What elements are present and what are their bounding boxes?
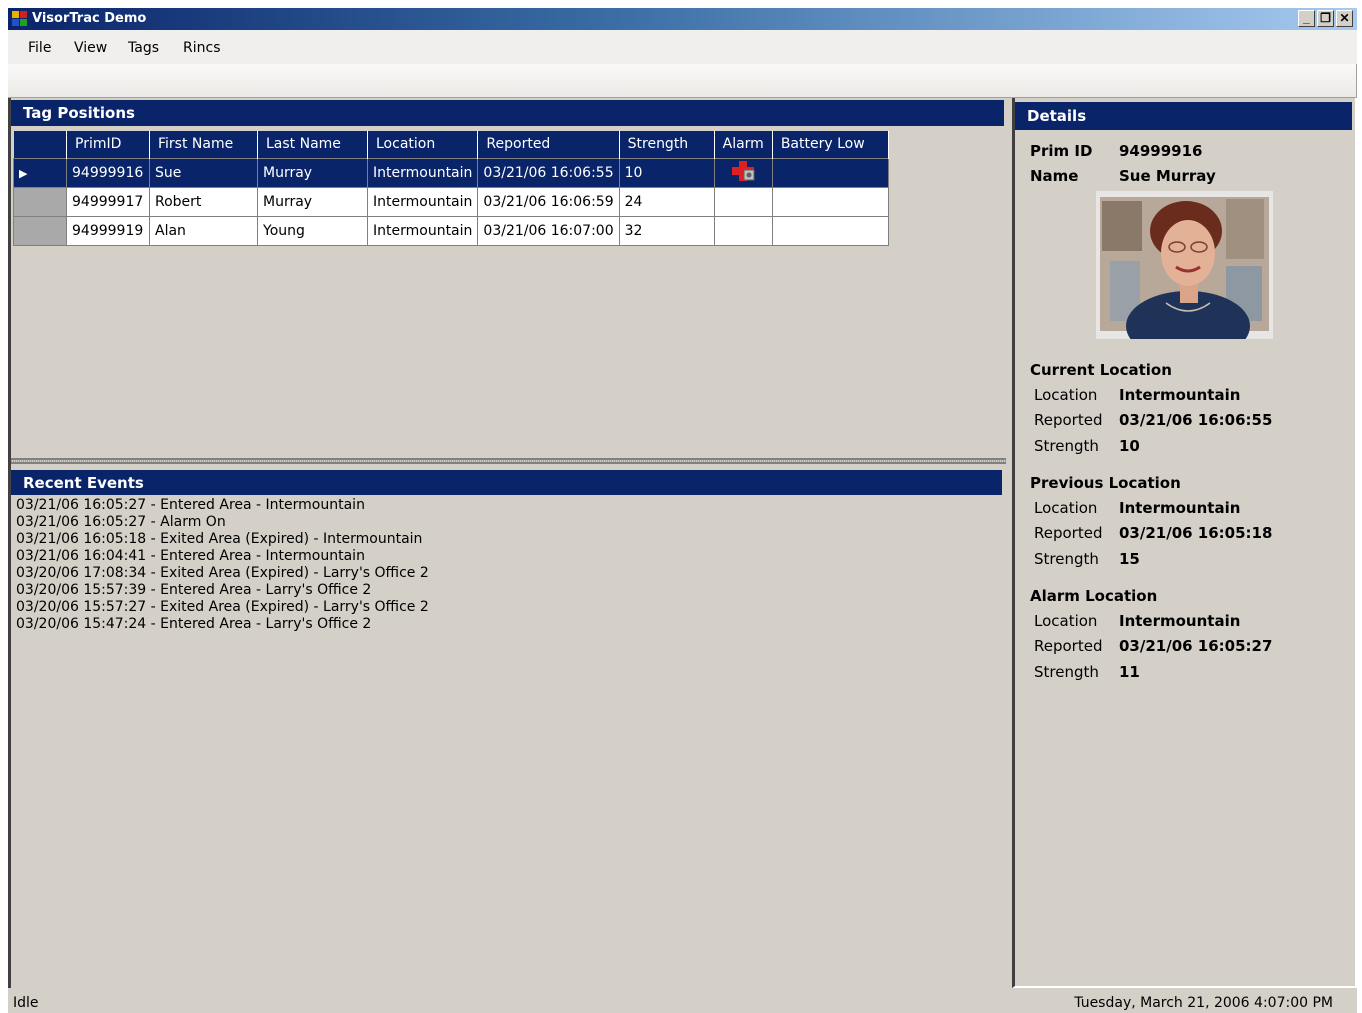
menu-file[interactable]: File <box>28 40 51 56</box>
cell-last-name[interactable]: Young <box>257 215 368 246</box>
person-photo <box>1096 191 1273 339</box>
col-primid[interactable]: PrimID <box>66 131 150 158</box>
menu-rincs[interactable]: Rincs <box>183 40 220 56</box>
list-item: 03/21/06 16:04:41 - Entered Area - Inter… <box>16 548 365 564</box>
col-location[interactable]: Location <box>367 131 479 158</box>
close-button[interactable]: ✕ <box>1336 10 1353 27</box>
alarm-location-label: Location <box>1034 612 1098 630</box>
col-battery-low[interactable]: Battery Low <box>772 131 889 158</box>
horizontal-splitter[interactable] <box>11 458 1006 464</box>
cell-alarm[interactable] <box>713 157 773 188</box>
alarm-strength-label: Strength <box>1034 663 1099 681</box>
row-header[interactable] <box>13 186 67 217</box>
previous-strength-value: 15 <box>1119 550 1140 568</box>
cell-strength[interactable]: 32 <box>618 215 715 246</box>
cell-location[interactable]: Intermountain <box>366 215 479 246</box>
cell-location[interactable]: Intermountain <box>366 157 479 188</box>
tag-positions-grid: PrimID First Name Last Name Location Rep… <box>13 131 889 246</box>
tag-positions-header: Tag Positions <box>11 100 1004 126</box>
toolbar <box>8 64 1357 98</box>
recent-events-list[interactable]: 03/21/06 16:05:27 - Entered Area - Inter… <box>16 497 429 633</box>
app-icon <box>12 11 28 27</box>
menu-bar: File View Tags Rincs <box>8 30 1357 64</box>
prim-id-value: 94999916 <box>1119 142 1203 160</box>
list-item: 03/21/06 16:05:27 - Alarm On <box>16 514 226 530</box>
list-item: 03/20/06 17:08:34 - Exited Area (Expired… <box>16 565 429 581</box>
list-item: 03/20/06 15:47:24 - Entered Area - Larry… <box>16 616 372 632</box>
table-row[interactable]: 94999919 Alan Young Intermountain 03/21/… <box>13 215 889 246</box>
current-strength-value: 10 <box>1119 437 1140 455</box>
list-item: 03/21/06 16:05:18 - Exited Area (Expired… <box>16 531 423 547</box>
col-strength[interactable]: Strength <box>619 131 715 158</box>
alarm-location-heading: Alarm Location <box>1030 587 1158 605</box>
list-item: 03/20/06 15:57:27 - Exited Area (Expired… <box>16 599 429 615</box>
alarm-reported-value: 03/21/06 16:05:27 <box>1119 637 1273 655</box>
row-header[interactable] <box>13 215 67 246</box>
cell-alarm[interactable] <box>713 186 773 217</box>
row-header[interactable]: ▶ <box>13 157 67 188</box>
previous-location-label: Location <box>1034 499 1098 517</box>
previous-location-value: Intermountain <box>1119 499 1241 517</box>
status-datetime: Tuesday, March 21, 2006 4:07:00 PM <box>1074 995 1333 1011</box>
window-controls: _ ❐ ✕ <box>1296 10 1353 28</box>
alarm-reported-label: Reported <box>1034 637 1103 655</box>
cell-reported[interactable]: 03/21/06 16:07:00 <box>477 215 620 246</box>
table-row[interactable]: 94999917 Robert Murray Intermountain 03/… <box>13 186 889 217</box>
cell-alarm[interactable] <box>713 215 773 246</box>
table-row[interactable]: ▶ 94999916 Sue Murray Intermountain 03/2… <box>13 157 889 188</box>
title-bar: VisorTrac Demo _ ❐ ✕ <box>8 8 1357 30</box>
menu-view[interactable]: View <box>74 40 107 56</box>
row-header-corner <box>13 131 67 158</box>
cell-battery-low[interactable] <box>771 215 889 246</box>
cell-first-name[interactable]: Sue <box>149 157 258 188</box>
current-reported-value: 03/21/06 16:06:55 <box>1119 411 1273 429</box>
current-location-heading: Current Location <box>1030 361 1172 379</box>
restore-button[interactable]: ❐ <box>1317 10 1334 27</box>
cell-first-name[interactable]: Alan <box>149 215 258 246</box>
col-first-name[interactable]: First Name <box>149 131 258 158</box>
cell-primid[interactable]: 94999917 <box>66 186 150 217</box>
current-location-value: Intermountain <box>1119 386 1241 404</box>
previous-strength-label: Strength <box>1034 550 1099 568</box>
app-window: VisorTrac Demo _ ❐ ✕ File View Tags Rincs … <box>8 8 1357 1013</box>
current-location-label: Location <box>1034 386 1098 404</box>
current-reported-label: Reported <box>1034 411 1103 429</box>
cell-first-name[interactable]: Robert <box>149 186 258 217</box>
row-pointer-icon: ▶ <box>19 166 28 180</box>
name-label: Name <box>1030 167 1079 185</box>
minimize-button[interactable]: _ <box>1298 10 1315 27</box>
status-text: Idle <box>13 995 39 1011</box>
cell-battery-low[interactable] <box>771 157 889 188</box>
col-alarm[interactable]: Alarm <box>714 131 773 158</box>
details-header: Details <box>1015 102 1352 130</box>
cell-strength[interactable]: 24 <box>618 186 715 217</box>
name-value: Sue Murray <box>1119 167 1216 185</box>
window-title: VisorTrac Demo <box>32 11 147 26</box>
cell-primid[interactable]: 94999916 <box>66 157 150 188</box>
cell-reported[interactable]: 03/21/06 16:06:55 <box>477 157 620 188</box>
previous-location-heading: Previous Location <box>1030 474 1181 492</box>
current-strength-label: Strength <box>1034 437 1099 455</box>
cell-strength[interactable]: 10 <box>618 157 715 188</box>
list-item: 03/21/06 16:05:27 - Entered Area - Inter… <box>16 497 365 513</box>
col-reported[interactable]: Reported <box>477 131 620 158</box>
recent-events-header: Recent Events <box>11 470 1002 495</box>
cell-battery-low[interactable] <box>771 186 889 217</box>
cell-reported[interactable]: 03/21/06 16:06:59 <box>477 186 620 217</box>
cell-primid[interactable]: 94999919 <box>66 215 150 246</box>
col-last-name[interactable]: Last Name <box>257 131 368 158</box>
grid-header-row: PrimID First Name Last Name Location Rep… <box>13 131 889 158</box>
status-bar: Idle Tuesday, March 21, 2006 4:07:00 PM <box>8 992 1357 1013</box>
list-item: 03/20/06 15:57:39 - Entered Area - Larry… <box>16 582 372 598</box>
cell-location[interactable]: Intermountain <box>366 186 479 217</box>
cell-last-name[interactable]: Murray <box>257 186 368 217</box>
prim-id-label: Prim ID <box>1030 142 1093 160</box>
menu-tags[interactable]: Tags <box>128 40 159 56</box>
alarm-cross-icon <box>732 160 755 181</box>
alarm-strength-value: 11 <box>1119 663 1140 681</box>
previous-reported-value: 03/21/06 16:05:18 <box>1119 524 1273 542</box>
previous-reported-label: Reported <box>1034 524 1103 542</box>
alarm-location-value: Intermountain <box>1119 612 1241 630</box>
cell-last-name[interactable]: Murray <box>257 157 368 188</box>
